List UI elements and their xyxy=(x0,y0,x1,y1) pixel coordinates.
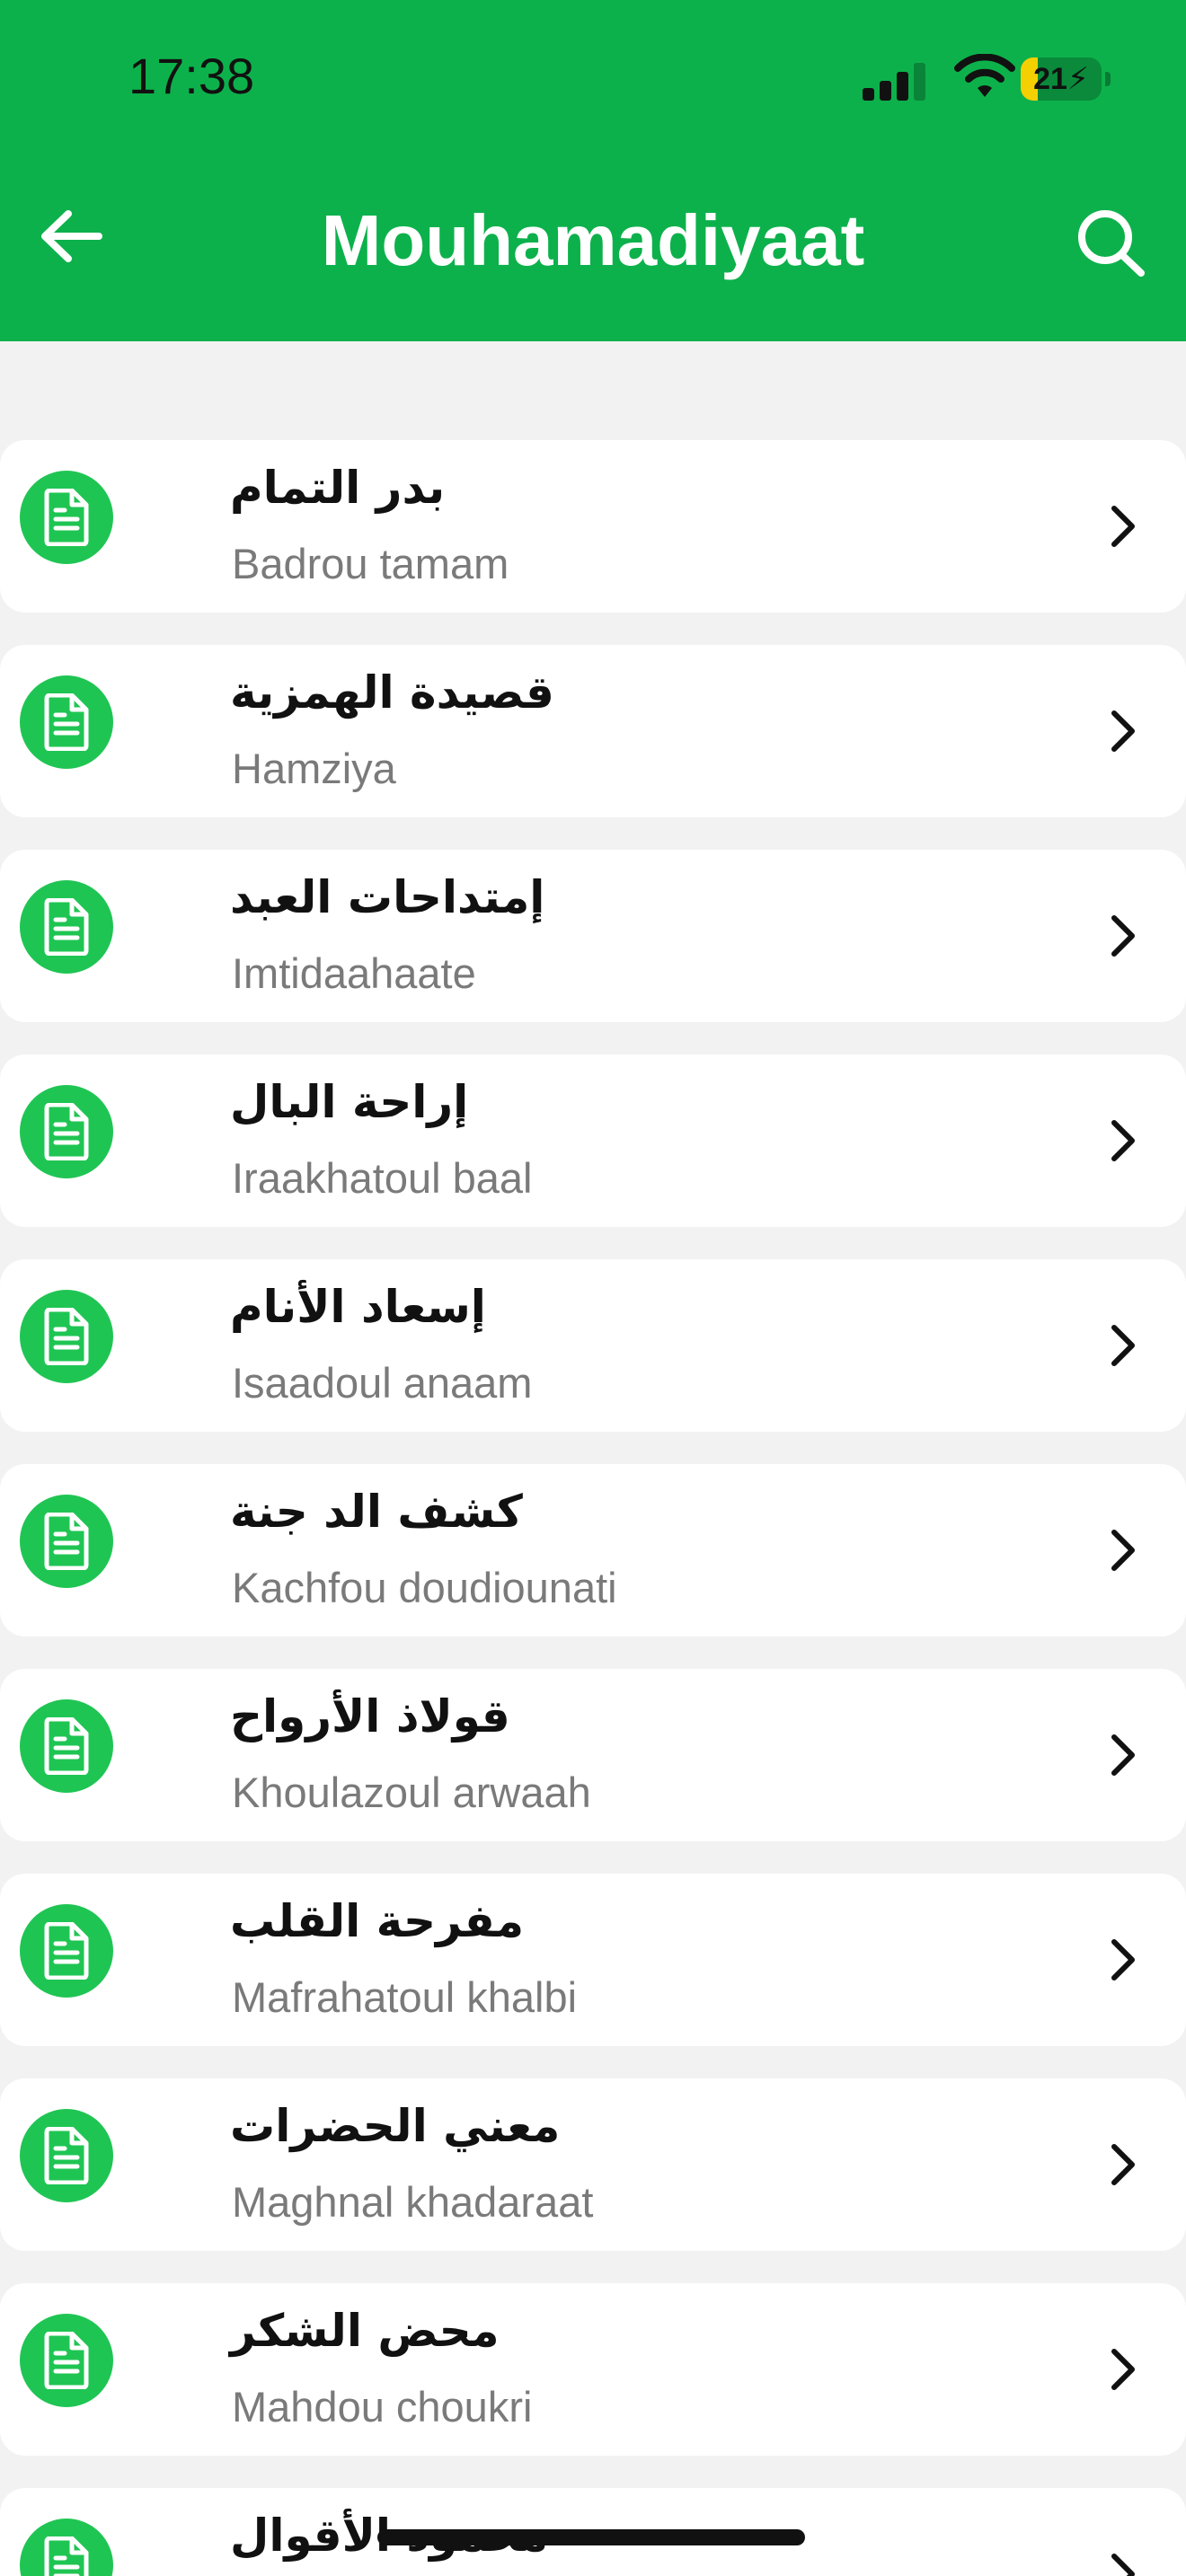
chevron-right-icon xyxy=(1105,499,1141,553)
item-latin-title: Khoulazoul arwaah xyxy=(232,1769,591,1816)
document-icon xyxy=(20,471,113,564)
chevron-right-icon xyxy=(1105,704,1141,758)
page-title: Mouhamadiyaat xyxy=(321,200,865,280)
item-latin-title: Iraakhatoul baal xyxy=(232,1154,533,1202)
chevron-right-icon xyxy=(1105,1523,1141,1577)
list-item[interactable]: معني الحضرات Maghnal khadaraat xyxy=(0,2078,1186,2251)
item-arabic-title: محض الشكر xyxy=(230,2305,500,2357)
list-item[interactable]: إمتداحات العبد Imtidaahaate xyxy=(0,850,1186,1022)
battery-icon: 21 ⚡ xyxy=(1021,57,1102,101)
item-arabic-title: قولاذ الأرواح xyxy=(230,1690,510,1742)
chevron-right-icon xyxy=(1105,2138,1141,2192)
item-arabic-title: معني الحضرات xyxy=(230,2100,561,2152)
list-item[interactable]: قصيدة الهمزية Hamziya xyxy=(0,645,1186,817)
item-latin-title: Imtidaahaate xyxy=(232,949,476,997)
document-icon xyxy=(20,1904,113,1998)
item-latin-title: Maghnal khadaraat xyxy=(232,2178,594,2226)
item-arabic-title: إمتداحات العبد xyxy=(230,871,545,923)
item-arabic-title: إسعاد الأنام xyxy=(230,1281,486,1333)
document-icon xyxy=(20,2519,113,2576)
list-item[interactable]: قولاذ الأرواح Khoulazoul arwaah xyxy=(0,1669,1186,1841)
document-icon xyxy=(20,2109,113,2202)
chevron-right-icon xyxy=(1105,1933,1141,1987)
item-latin-title: Mahdou choukri xyxy=(232,2383,533,2430)
chevron-right-icon xyxy=(1105,909,1141,963)
item-arabic-title: بدر التمام xyxy=(230,462,446,514)
home-indicator xyxy=(377,2529,805,2545)
poem-list: بدر التمام Badrou tamam قصيدة الهمزية Hamzi… xyxy=(0,440,1186,2576)
document-icon xyxy=(20,2314,113,2407)
wifi-icon xyxy=(954,54,1015,97)
document-icon xyxy=(20,880,113,974)
search-icon[interactable] xyxy=(1071,205,1152,277)
list-item[interactable]: مفرحة القلب Mafrahatoul khalbi xyxy=(0,1874,1186,2046)
chevron-right-icon xyxy=(1105,2342,1141,2396)
document-icon xyxy=(20,675,113,769)
battery-level: 21 xyxy=(1033,61,1067,96)
document-icon xyxy=(20,1085,113,1178)
item-latin-title: Badrou tamam xyxy=(232,540,509,587)
item-latin-title: Kachfou doudiounati xyxy=(232,1564,617,1611)
document-icon xyxy=(20,1290,113,1383)
chevron-right-icon xyxy=(1105,1728,1141,1782)
item-latin-title: Mafrahatoul khalbi xyxy=(232,1973,578,2021)
list-item[interactable]: محض الشكر Mahdou choukri xyxy=(0,2283,1186,2456)
list-item[interactable]: إسعاد الأنام Isaadoul anaam xyxy=(0,1259,1186,1432)
list-item[interactable]: بدر التمام Badrou tamam xyxy=(0,440,1186,613)
item-arabic-title: مفرحة القلب xyxy=(230,1895,525,1947)
item-latin-title: Hamziya xyxy=(232,745,396,792)
item-arabic-title: قصيدة الهمزية xyxy=(230,666,554,719)
document-icon xyxy=(20,1495,113,1588)
status-time: 17:38 xyxy=(128,48,255,104)
cellular-signal-icon xyxy=(863,61,927,101)
item-arabic-title: إراحة البال xyxy=(230,1076,469,1128)
list-item[interactable]: كشف الد جنة Kachfou doudiounati xyxy=(0,1464,1186,1636)
chevron-right-icon xyxy=(1105,1319,1141,1372)
app-header: 17:38 21 ⚡ Mouhamadiyaat xyxy=(0,0,1186,341)
chevron-right-icon xyxy=(1105,2547,1141,2576)
item-arabic-title: كشف الد جنة xyxy=(230,1486,523,1538)
item-latin-title: Isaadoul anaam xyxy=(232,1359,533,1407)
chevron-right-icon xyxy=(1105,1114,1141,1168)
document-icon xyxy=(20,1699,113,1793)
list-item[interactable]: إراحة البال Iraakhatoul baal xyxy=(0,1054,1186,1227)
